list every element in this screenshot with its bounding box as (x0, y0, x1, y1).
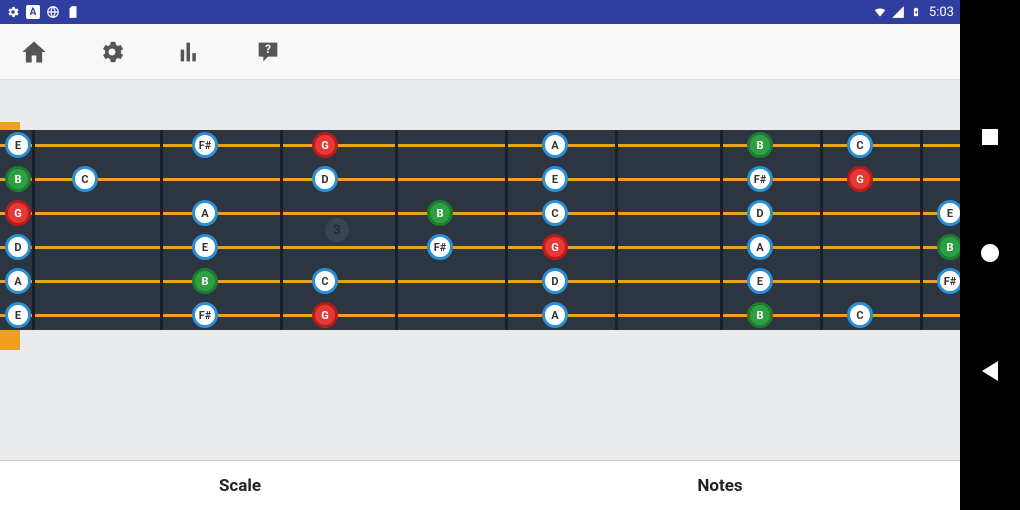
nut-top (0, 122, 20, 130)
string (0, 178, 960, 181)
globe-icon (46, 5, 60, 19)
stats-icon[interactable] (176, 38, 204, 66)
note-C[interactable]: C (72, 166, 98, 192)
status-time: 5:03 (929, 5, 954, 20)
fret-line (505, 130, 508, 330)
note-G[interactable]: G (312, 302, 338, 328)
note-G[interactable]: G (847, 166, 873, 192)
note-A[interactable]: A (5, 268, 31, 294)
note-A[interactable]: A (542, 302, 568, 328)
back-button[interactable] (982, 361, 998, 381)
note-G[interactable]: G (312, 132, 338, 158)
fret-line (32, 130, 35, 330)
string (0, 212, 960, 215)
note-C[interactable]: C (312, 268, 338, 294)
note-E[interactable]: E (747, 268, 773, 294)
note-A[interactable]: A (542, 132, 568, 158)
fret-line (160, 130, 163, 330)
sd-card-icon (66, 5, 80, 19)
note-C[interactable]: C (847, 132, 873, 158)
fret-line (920, 130, 923, 330)
fret-line (615, 130, 618, 330)
fretboard-area: 3 E F# G A B C B C D E F# G G A B C D E D E F# G A B A B C D E F# E F# G A… (0, 130, 960, 350)
android-nav-rail (960, 0, 1020, 510)
battery-icon (909, 5, 923, 19)
svg-text:?: ? (265, 42, 271, 56)
note-Fsharp[interactable]: F# (192, 302, 218, 328)
note-B[interactable]: B (937, 234, 960, 260)
gear-icon (6, 5, 20, 19)
note-B[interactable]: B (192, 268, 218, 294)
note-A[interactable]: A (747, 234, 773, 260)
nut-bottom (0, 330, 20, 350)
string (0, 314, 960, 317)
bottom-tabs: Scale Notes (0, 460, 960, 510)
status-bar: A 5:03 (0, 0, 960, 24)
fret-line (395, 130, 398, 330)
wifi-icon (873, 5, 887, 19)
help-icon[interactable]: ? (254, 38, 282, 66)
note-D[interactable]: D (542, 268, 568, 294)
text-a-icon: A (26, 5, 40, 19)
note-C[interactable]: C (542, 200, 568, 226)
note-B[interactable]: B (5, 166, 31, 192)
note-B[interactable]: B (427, 200, 453, 226)
note-B[interactable]: B (747, 302, 773, 328)
note-D[interactable]: D (747, 200, 773, 226)
note-G[interactable]: G (542, 234, 568, 260)
overview-button[interactable] (982, 129, 998, 145)
note-Fsharp[interactable]: F# (747, 166, 773, 192)
note-E[interactable]: E (542, 166, 568, 192)
note-G[interactable]: G (5, 200, 31, 226)
note-C[interactable]: C (847, 302, 873, 328)
note-E[interactable]: E (5, 302, 31, 328)
fretboard[interactable]: 3 E F# G A B C B C D E F# G G A B C D E D E F# G A B A B C D E F# E F# G A… (0, 130, 960, 330)
note-B[interactable]: B (747, 132, 773, 158)
fret-line (720, 130, 723, 330)
fret-line (820, 130, 823, 330)
note-E[interactable]: E (192, 234, 218, 260)
string (0, 144, 960, 147)
note-D[interactable]: D (5, 234, 31, 260)
settings-icon[interactable] (98, 38, 126, 66)
home-icon[interactable] (20, 38, 48, 66)
fret-line (280, 130, 283, 330)
note-Fsharp[interactable]: F# (937, 268, 960, 294)
cell-signal-icon (891, 5, 905, 19)
note-E[interactable]: E (937, 200, 960, 226)
fret-marker: 3 (325, 218, 349, 242)
string (0, 246, 960, 249)
note-A[interactable]: A (192, 200, 218, 226)
toolbar: ? (0, 24, 960, 80)
note-D[interactable]: D (312, 166, 338, 192)
tab-scale[interactable]: Scale (0, 476, 480, 496)
string (0, 280, 960, 283)
note-Fsharp[interactable]: F# (427, 234, 453, 260)
home-button[interactable] (981, 244, 999, 262)
note-Fsharp[interactable]: F# (192, 132, 218, 158)
note-E[interactable]: E (5, 132, 31, 158)
tab-notes[interactable]: Notes (480, 476, 960, 496)
